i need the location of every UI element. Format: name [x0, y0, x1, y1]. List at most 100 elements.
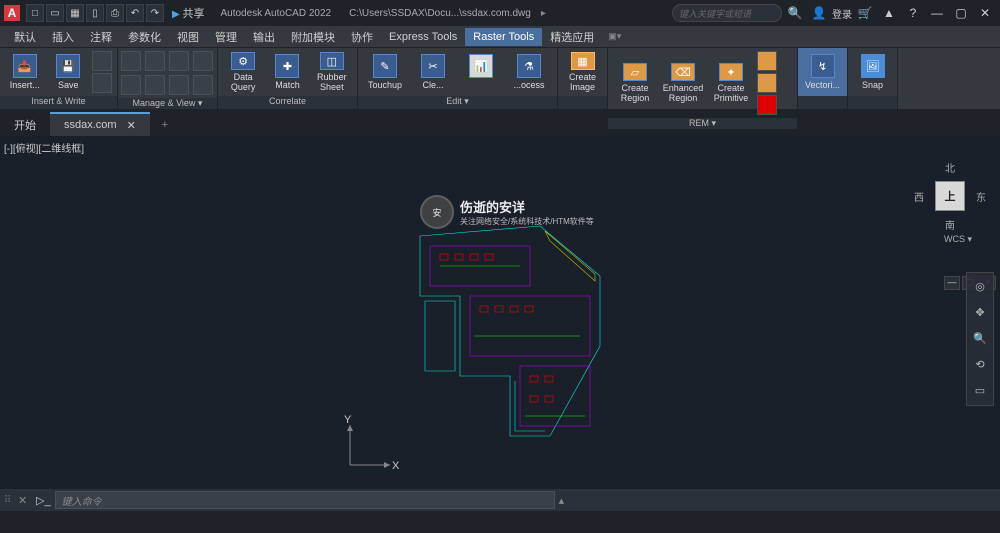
- menu-default[interactable]: 默认: [6, 26, 44, 48]
- label: Match: [275, 80, 300, 90]
- viewcube-top[interactable]: 上: [935, 181, 965, 211]
- menu-output[interactable]: 输出: [245, 26, 283, 48]
- mv-tool[interactable]: [145, 75, 165, 95]
- rem-tool[interactable]: [757, 51, 777, 71]
- panel-edit: ✎Touchup ✂Cle... 📊 ⚗...ocess Edit ▾: [358, 48, 558, 109]
- rem-tool[interactable]: [757, 73, 777, 93]
- vectorize-icon: ↯: [811, 54, 835, 78]
- watermark-sub: 关注网络安全/系统科技术/HTM软件等: [460, 216, 594, 227]
- viewcube-south[interactable]: 南: [945, 217, 955, 232]
- mv-tool[interactable]: [169, 75, 189, 95]
- data-query-button[interactable]: ⚙Data Query: [222, 50, 264, 94]
- save-button[interactable]: 💾Save: [48, 50, 90, 94]
- mv-tool[interactable]: [169, 51, 189, 71]
- ucs-x-label: X: [392, 460, 400, 472]
- match-button[interactable]: ✚Match: [266, 50, 308, 94]
- qat-saveas-icon[interactable]: ▯: [86, 4, 104, 22]
- label: Snap: [862, 80, 883, 90]
- view-label[interactable]: [-][俯视][二维线框]: [4, 140, 84, 155]
- tab-file[interactable]: ssdax.com✕: [50, 112, 150, 136]
- qat-undo-icon[interactable]: ↶: [126, 4, 144, 22]
- rem-tool[interactable]: [757, 95, 777, 115]
- qat-save-icon[interactable]: ▦: [66, 4, 84, 22]
- menu-addons[interactable]: 附加模块: [283, 26, 343, 48]
- tab-start[interactable]: 开始: [0, 112, 50, 136]
- close-icon[interactable]: ✕: [974, 6, 996, 20]
- mv-tool[interactable]: [145, 51, 165, 71]
- cmd-history-icon[interactable]: ▴: [559, 494, 573, 507]
- menu-express[interactable]: Express Tools: [381, 28, 465, 46]
- share-label: 共享: [182, 8, 204, 20]
- wcs-label[interactable]: WCS ▾: [944, 234, 972, 245]
- insert-button[interactable]: 📥Insert...: [4, 50, 46, 94]
- touchup-button[interactable]: ✎Touchup: [362, 50, 408, 94]
- nav-pan-icon[interactable]: ✥: [970, 303, 990, 323]
- nav-zoom-icon[interactable]: 🔍: [970, 329, 990, 349]
- mv-tool[interactable]: [193, 51, 213, 71]
- mv-tool[interactable]: [121, 51, 141, 71]
- user-icon[interactable]: 👤: [808, 6, 830, 20]
- touchup-icon: ✎: [373, 54, 397, 78]
- create-image-button[interactable]: ▦Create Image: [562, 50, 603, 94]
- histogram-button[interactable]: 📊: [458, 50, 504, 94]
- small-tool-2[interactable]: [92, 73, 112, 93]
- vectorize-button[interactable]: ↯Vectori...: [802, 50, 843, 94]
- process-icon: ⚗: [517, 54, 541, 78]
- menu-annotate[interactable]: 注释: [82, 26, 120, 48]
- menu-collab[interactable]: 协作: [343, 26, 381, 48]
- enhanced-region-button[interactable]: ⌫Enhanced Region: [660, 61, 706, 105]
- create-region-button[interactable]: ▱Create Region: [612, 61, 658, 105]
- menu-raster[interactable]: Raster Tools: [465, 28, 542, 46]
- mv-tool[interactable]: [121, 75, 141, 95]
- menu-featured[interactable]: 精选应用: [542, 26, 602, 48]
- cmd-close-icon[interactable]: ✕: [18, 494, 32, 507]
- cart-icon[interactable]: 🛒: [854, 6, 876, 20]
- app-logo[interactable]: A: [4, 5, 20, 21]
- nav-bar: ◎ ✥ 🔍 ⟲ ▭: [966, 272, 994, 406]
- tab-add-button[interactable]: +: [154, 114, 176, 136]
- tab-indicator-icon: ▸: [541, 8, 546, 19]
- cmd-handle-icon[interactable]: ⠿: [4, 495, 14, 506]
- viewcube-west[interactable]: 西: [914, 189, 924, 204]
- search-icon[interactable]: 🔍: [784, 6, 806, 20]
- viewcube[interactable]: 北 南 东 西 上: [918, 164, 982, 228]
- search-input[interactable]: 键入关键字或短语: [672, 4, 782, 22]
- share-button[interactable]: ▶ 共享: [166, 5, 210, 21]
- snap-button[interactable]: 🖼Snap: [852, 50, 893, 94]
- nav-orbit-icon[interactable]: ⟲: [970, 355, 990, 375]
- menu-parametric[interactable]: 参数化: [120, 26, 169, 48]
- create-primitive-button[interactable]: ✦Create Primitive: [708, 61, 754, 105]
- viewcube-east[interactable]: 东: [976, 189, 986, 204]
- ribbon-collapse-icon[interactable]: ▣▾: [608, 31, 621, 42]
- qat-print-icon[interactable]: ⎙: [106, 4, 124, 22]
- nav-wheel-icon[interactable]: ◎: [970, 277, 990, 297]
- label: Rubber Sheet: [317, 72, 347, 92]
- apps-icon[interactable]: ▲: [878, 6, 900, 20]
- menu-view[interactable]: 视图: [169, 26, 207, 48]
- maximize-icon[interactable]: ▢: [950, 6, 972, 20]
- rubber-sheet-button[interactable]: ◫Rubber Sheet: [311, 50, 353, 94]
- qat-open-icon[interactable]: ▭: [46, 4, 64, 22]
- create-image-icon: ▦: [571, 52, 595, 70]
- enh-region-icon: ⌫: [671, 63, 695, 81]
- menu-manage[interactable]: 管理: [207, 26, 245, 48]
- qat-redo-icon[interactable]: ↷: [146, 4, 164, 22]
- ucs-icon[interactable]: X Y: [340, 415, 400, 475]
- tab-close-icon[interactable]: ✕: [127, 119, 136, 132]
- login-link[interactable]: 登录: [832, 6, 852, 21]
- help-icon[interactable]: ?: [902, 6, 924, 20]
- command-input[interactable]: 键入命令: [55, 491, 555, 509]
- vp-minimize-icon[interactable]: —: [944, 276, 960, 290]
- cleanup-button[interactable]: ✂Cle...: [410, 50, 456, 94]
- titlebar: A □ ▭ ▦ ▯ ⎙ ↶ ↷ ▶ 共享 Autodesk AutoCAD 20…: [0, 0, 1000, 26]
- qat-new-icon[interactable]: □: [26, 4, 44, 22]
- process-button[interactable]: ⚗...ocess: [506, 50, 552, 94]
- small-tool-1[interactable]: [92, 51, 112, 71]
- minimize-icon[interactable]: —: [926, 6, 948, 20]
- drawing-canvas[interactable]: [-][俯视][二维线框] — ▢ × 北 南 东 西 上 WCS ▾ ◎ ✥ …: [0, 136, 1000, 489]
- nav-show-icon[interactable]: ▭: [970, 381, 990, 401]
- mv-tool[interactable]: [193, 75, 213, 95]
- command-bar: ⠿ ✕ ▷_ 键入命令 ▴: [0, 489, 1000, 511]
- menu-insert[interactable]: 插入: [44, 26, 82, 48]
- viewcube-north[interactable]: 北: [945, 160, 955, 175]
